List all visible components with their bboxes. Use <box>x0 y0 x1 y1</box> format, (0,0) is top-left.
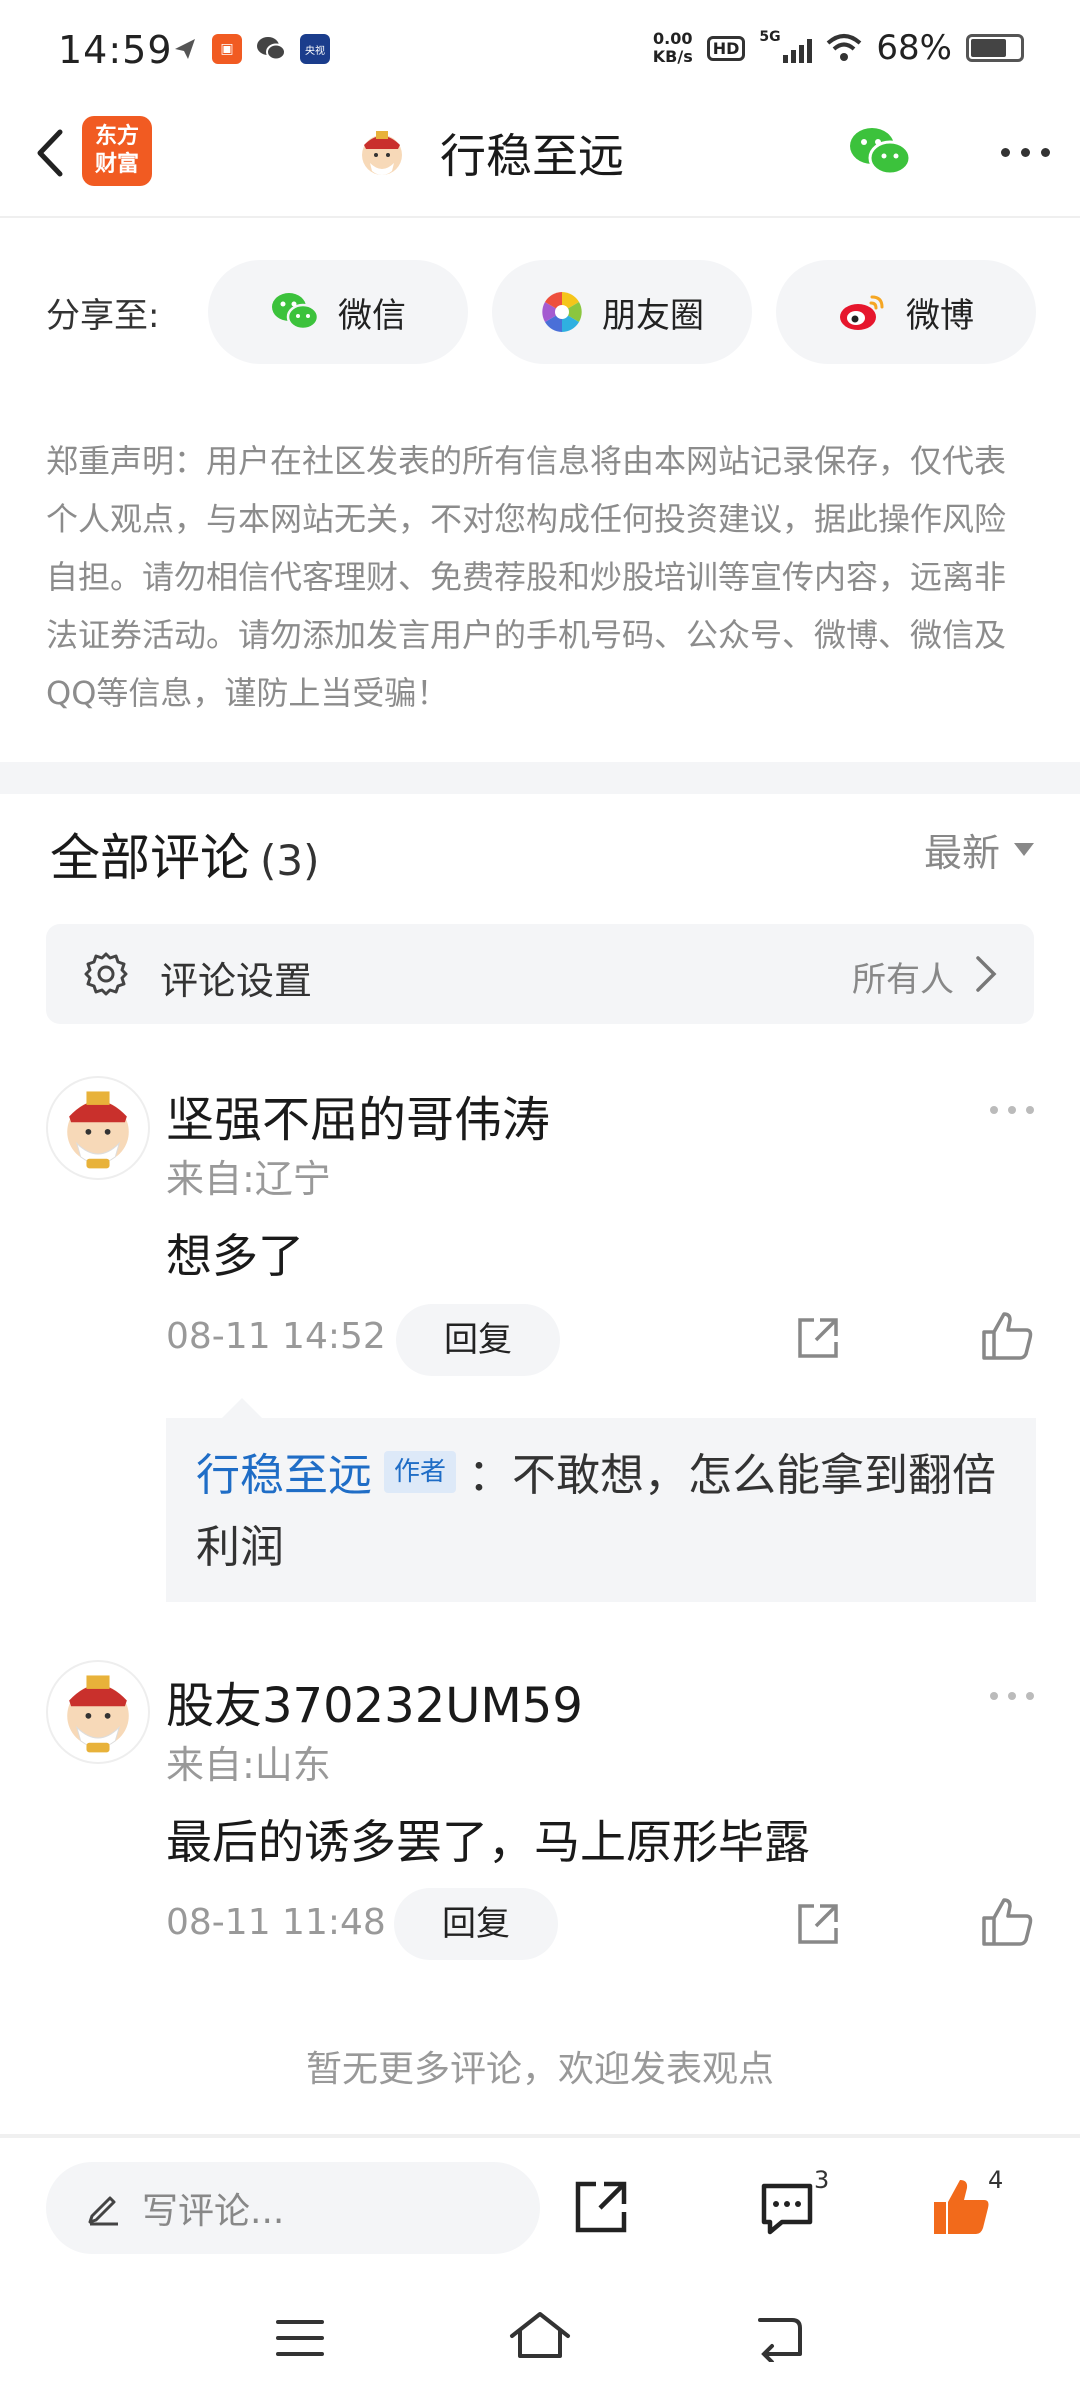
comment-count-badge: 3 <box>814 2166 830 2194</box>
write-comment-placeholder: 写评论... <box>142 2191 285 2232</box>
share-wechat-button[interactable]: 微信 <box>208 260 468 364</box>
comment-more-icon[interactable] <box>990 1106 1034 1114</box>
gear-icon <box>84 952 128 996</box>
comments-title: 全部评论 (3) <box>50 818 320 890</box>
status-right-icons: 0.00 KB/s HD 5G 68% <box>653 28 1024 68</box>
section-divider <box>0 762 1080 794</box>
share-wechat-label: 微信 <box>338 295 406 336</box>
news-notification-icon: 央视 <box>300 34 330 64</box>
comment-text: 想多了 <box>166 1229 304 1283</box>
battery-icon <box>966 34 1024 62</box>
share-weibo-label: 微博 <box>906 295 974 336</box>
status-notification-icons: ▣ 央视 <box>172 34 330 64</box>
comment-more-icon[interactable] <box>990 1692 1034 1700</box>
share-label: 分享至: <box>46 296 160 336</box>
sort-label: 最新 <box>923 831 1000 875</box>
home-icon[interactable] <box>508 2310 572 2362</box>
battery-fill <box>971 39 1007 57</box>
sort-dropdown[interactable]: 最新 <box>924 822 1034 877</box>
author-tag-badge: 作者 <box>384 1451 457 1493</box>
reply-button[interactable]: 回复 <box>394 1888 558 1960</box>
write-comment-input[interactable]: 写评论... <box>46 2162 540 2254</box>
status-bar: 14:59 ▣ 央视 0.00 KB/s HD 5G 68% <box>0 0 1080 96</box>
share-icon[interactable] <box>572 2178 630 2236</box>
like-icon[interactable] <box>980 1896 1034 1948</box>
comment-location: 来自:山东 <box>166 1743 331 1787</box>
network-type: 5G <box>759 29 781 45</box>
menu-icon[interactable] <box>276 2316 324 2360</box>
signal-icon: 5G <box>759 29 813 63</box>
reply-caret <box>222 1398 262 1418</box>
disclaimer-text: 郑重声明：用户在社区发表的所有信息将由本网站记录保存，仅代表个人观点，与本网站无… <box>46 442 1007 712</box>
chevron-right-icon <box>976 956 997 992</box>
share-icon[interactable] <box>792 1312 844 1364</box>
net-speed: 0.00 KB/s <box>653 30 693 66</box>
like-count-badge: 4 <box>988 2166 1004 2194</box>
pencil-icon <box>88 2196 118 2226</box>
comment-author-name[interactable]: 股友370232UM59 <box>166 1666 583 1736</box>
reply-author-name[interactable]: 行稳至远 <box>196 1450 372 1501</box>
bottom-action-bar: 写评论... 3 4 <box>0 2134 1080 2274</box>
wifi-icon <box>827 34 862 61</box>
reply-box: 行稳至远 作者 ：不敢想，怎么能拿到翻倍利润 <box>166 1418 1036 1602</box>
header: 东方 财富 行稳至远 <box>0 96 1080 218</box>
share-weibo-button[interactable]: 微博 <box>776 260 1036 364</box>
comment-settings-value: 所有人 <box>852 960 954 1000</box>
page-title: 行稳至远 <box>440 129 624 183</box>
avatar[interactable] <box>46 1076 150 1180</box>
dropdown-triangle-icon <box>1014 843 1034 856</box>
avatar[interactable] <box>46 1660 150 1764</box>
comment-settings-label: 评论设置 <box>160 959 313 1003</box>
author-avatar <box>362 131 402 175</box>
wechat-notification-icon <box>257 37 286 61</box>
reply-content: 行稳至远 作者 ：不敢想，怎么能拿到翻倍利润 <box>196 1440 1016 1584</box>
wechat-share-icon[interactable] <box>848 124 912 180</box>
comment-text: 最后的诱多罢了，马上原形毕露 <box>166 1815 810 1869</box>
moments-icon <box>542 292 582 332</box>
comment-location: 来自:辽宁 <box>166 1157 331 1201</box>
like-icon[interactable] <box>980 1310 1034 1362</box>
net-speed-value: 0.00 <box>653 29 693 48</box>
share-icon[interactable] <box>792 1898 844 1950</box>
app-logo[interactable]: 东方 财富 <box>82 116 152 186</box>
comment-settings-row[interactable]: 评论设置 所有人 <box>46 924 1034 1024</box>
back-nav-icon[interactable] <box>752 2314 806 2362</box>
comments-title-label: 全部评论 <box>50 829 250 887</box>
comment-time: 08-11 14:52 <box>166 1316 386 1357</box>
back-icon[interactable] <box>22 118 82 188</box>
comments-count: (3) <box>260 836 320 885</box>
system-nav-bar <box>0 2300 1080 2400</box>
weibo-icon <box>840 295 884 330</box>
header-title-group[interactable]: 行稳至远 <box>354 120 624 186</box>
battery-percent: 68% <box>876 28 952 68</box>
comment-time: 08-11 11:48 <box>166 1902 386 1943</box>
comment-icon[interactable] <box>758 2180 816 2238</box>
comment-author-name[interactable]: 坚强不屈的哥伟涛 <box>166 1080 550 1150</box>
logo-text-2: 财富 <box>94 152 139 177</box>
no-more-comments: 暂无更多评论，欢迎发表观点 <box>305 2049 774 2090</box>
reply-button[interactable]: 回复 <box>396 1304 560 1376</box>
wechat-icon <box>272 293 320 331</box>
send-icon <box>175 39 195 59</box>
share-moments-button[interactable]: 朋友圈 <box>492 260 752 364</box>
more-options-icon[interactable] <box>1001 148 1050 157</box>
app-notification-icon: ▣ <box>212 34 242 64</box>
logo-text-1: 东方 <box>94 124 139 149</box>
like-filled-icon[interactable] <box>930 2176 992 2238</box>
share-moments-label: 朋友圈 <box>602 295 704 336</box>
net-speed-unit: KB/s <box>652 47 693 66</box>
share-row: 分享至: 微信 朋友圈 微博 <box>0 258 1080 368</box>
hd-badge: HD <box>706 35 746 61</box>
status-time: 14:59 <box>58 28 173 72</box>
